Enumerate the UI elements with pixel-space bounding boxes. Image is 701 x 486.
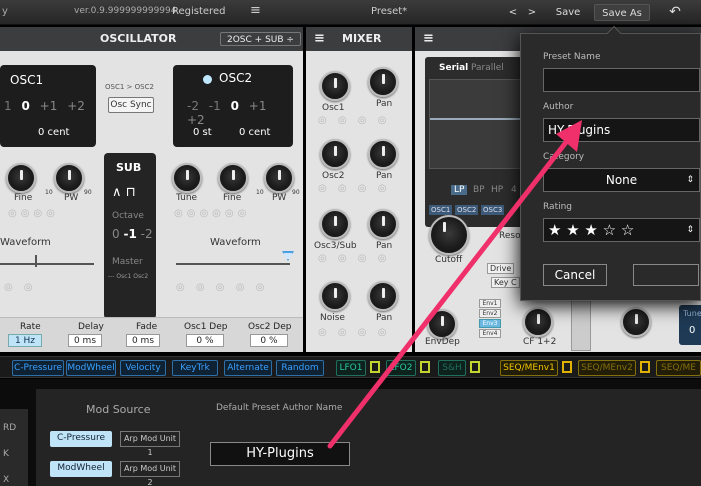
annotation-arrow-line — [327, 138, 570, 449]
annotation-arrow — [327, 120, 582, 449]
